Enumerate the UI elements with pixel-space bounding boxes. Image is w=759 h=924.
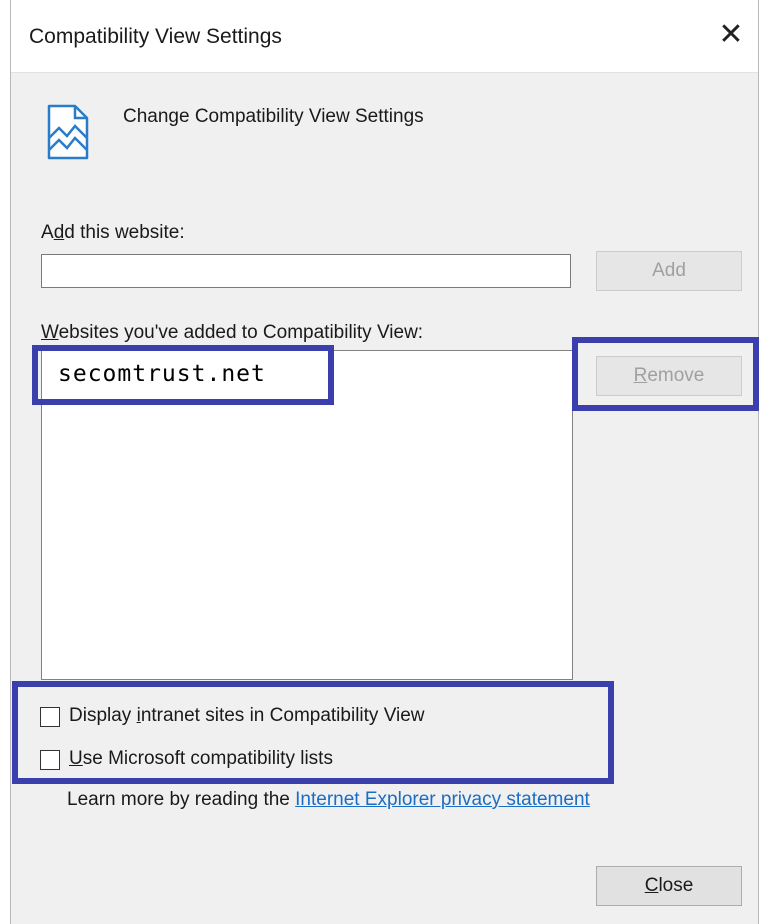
add-button[interactable]: Add: [596, 251, 742, 291]
close-icon[interactable]: ✕: [714, 18, 748, 52]
close-button[interactable]: Close: [596, 866, 742, 906]
learn-more-prefix: Learn more by reading the: [67, 789, 290, 810]
compatibility-view-dialog: Compatibility View Settings ✕ Change Com…: [10, 0, 759, 924]
highlight-box-remove-button: [572, 337, 759, 411]
added-websites-label: Websites you've added to Compatibility V…: [41, 322, 424, 343]
window-title: Compatibility View Settings: [29, 25, 282, 48]
add-website-input[interactable]: [41, 254, 571, 288]
privacy-statement-link[interactable]: Internet Explorer privacy statement: [295, 789, 590, 810]
learn-more-text: Learn more by reading the Internet Explo…: [67, 789, 590, 811]
add-website-label: Add this website:: [41, 222, 185, 243]
highlight-box-list-item: [32, 345, 334, 405]
title-bar: Compatibility View Settings ✕: [11, 0, 758, 73]
header-heading: Change Compatibility View Settings: [123, 106, 424, 127]
highlight-box-checkboxes: [12, 681, 614, 784]
compatibility-view-icon: [47, 104, 89, 160]
